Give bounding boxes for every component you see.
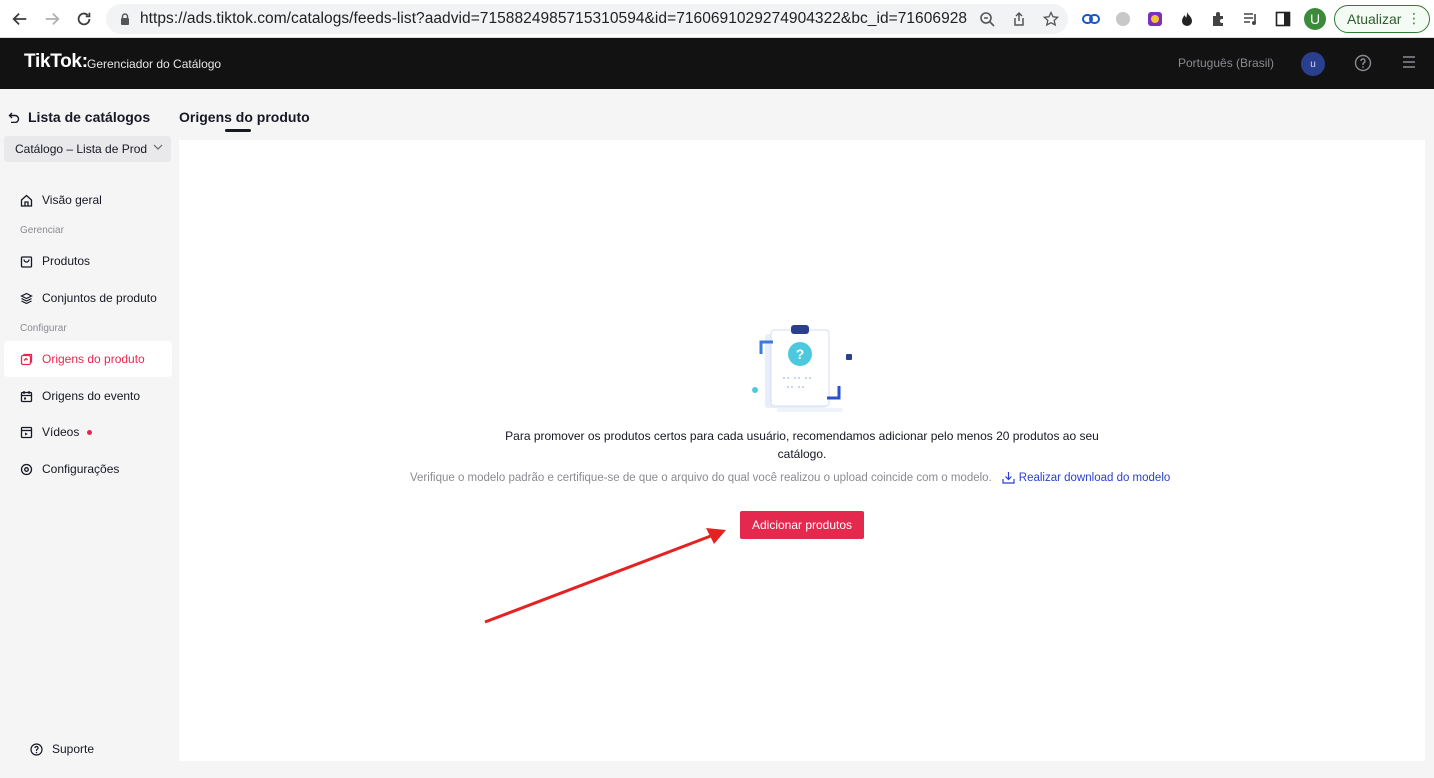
sidebar-item-label: Visão geral (42, 193, 102, 207)
section-label-configure: Configurar (20, 323, 67, 334)
link-extension-icon[interactable] (1080, 8, 1102, 30)
browser-toolbar: https://ads.tiktok.com/catalogs/feeds-li… (0, 0, 1434, 38)
address-bar[interactable]: https://ads.tiktok.com/catalogs/feeds-li… (106, 4, 1068, 34)
support-link[interactable]: Suporte (30, 742, 94, 756)
product-source-icon (20, 353, 33, 365)
app-subtitle: Gerenciador do Catálogo (87, 57, 222, 71)
lock-icon (121, 13, 129, 25)
share-icon[interactable] (1008, 9, 1030, 29)
star-icon[interactable] (1040, 9, 1062, 29)
support-label: Suporte (52, 742, 95, 756)
sidebar-item-label: Origens do produto (42, 352, 145, 366)
chevron-down-icon (153, 144, 163, 150)
sidebar-item-label: Origens do evento (42, 389, 141, 403)
catalog-dropdown[interactable]: Catálogo – Lista de Prod (4, 136, 171, 162)
browser-profile-avatar[interactable]: U (1304, 8, 1326, 30)
flame-extension-icon[interactable] (1176, 8, 1198, 30)
user-avatar[interactable]: u (1301, 52, 1325, 76)
catalog-select-value: Catálogo – Lista de Prod (15, 142, 148, 156)
download-template-link[interactable]: Realizar download do modelo (1002, 471, 1171, 484)
section-label-manage: Gerenciar (20, 225, 64, 236)
sidebar-item-videos[interactable]: Vídeos (4, 414, 172, 450)
back-arrow-icon[interactable] (5, 4, 35, 34)
sidebar-item-settings[interactable]: Configurações (4, 451, 172, 487)
reload-icon[interactable] (69, 4, 99, 34)
hamburger-menu-icon[interactable] (1402, 55, 1416, 69)
gear-icon (20, 463, 33, 475)
add-products-button[interactable]: Adicionar produtos (740, 511, 864, 539)
sidebar-item-product-sets[interactable]: Conjuntos de produto (4, 280, 172, 316)
sidebar-item-product-sources[interactable]: Origens do produto (4, 341, 172, 377)
main-content: ? Para promover os produtos certos para … (179, 140, 1425, 761)
notification-dot (87, 429, 93, 435)
bag-icon (20, 255, 33, 268)
help-circle-icon (30, 742, 43, 756)
template-hint: Verifique o modelo padrão e certifique-s… (410, 471, 1210, 484)
sidebar-item-products[interactable]: Produtos (4, 243, 172, 279)
tab-active-indicator (225, 129, 251, 132)
sidebar-item-label: Conjuntos de produto (42, 291, 157, 305)
empty-state-message: Para promover os produtos certos para ca… (505, 429, 1099, 461)
grey-extension-icon[interactable] (1112, 8, 1134, 30)
empty-clipboard-illustration: ? (752, 325, 852, 412)
zoom-icon[interactable] (976, 9, 998, 29)
back-label: Lista de catálogos (28, 109, 151, 125)
tab-product-sources[interactable]: Origens do produto (179, 109, 310, 125)
sidebar-item-label: Vídeos (42, 425, 80, 439)
template-hint-text: Verifique o modelo padrão e certifique-s… (410, 471, 992, 484)
update-label: Atualizar (1347, 11, 1402, 27)
back-icon (8, 112, 20, 123)
color-extension-icon[interactable] (1144, 8, 1166, 30)
calendar-icon (20, 390, 33, 402)
video-icon (20, 426, 33, 438)
update-button[interactable]: Atualizar ⋮ (1334, 5, 1430, 33)
app-header: TikTok: Gerenciador do Catálogo Portuguê… (0, 38, 1434, 89)
language-selector[interactable]: Português (Brasil) (1178, 56, 1274, 70)
download-template-label: Realizar download do modelo (1018, 471, 1171, 484)
url-text: https://ads.tiktok.com/catalogs/feeds-li… (140, 10, 968, 27)
layers-icon (20, 292, 33, 304)
sidebar-toggle-icon[interactable] (1272, 8, 1294, 30)
sidebar-item-label: Configurações (42, 462, 120, 476)
sidebar-item-event-sources[interactable]: Origens do evento (4, 378, 172, 414)
sidebar-item-overview[interactable]: Visão geral (4, 182, 172, 218)
back-to-catalog-list[interactable]: Lista de catálogos (8, 109, 150, 125)
sidebar: Lista de catálogos Catálogo – Lista de P… (0, 89, 178, 778)
tiktok-logo[interactable]: TikTok: (24, 51, 88, 73)
download-icon (1002, 472, 1015, 484)
playlist-icon[interactable] (1240, 8, 1262, 30)
svg-text:?: ? (796, 346, 805, 362)
forward-arrow-icon[interactable] (37, 4, 67, 34)
puzzle-extension-icon[interactable] (1208, 8, 1230, 30)
home-icon (20, 194, 33, 207)
sidebar-item-label: Produtos (42, 254, 91, 268)
help-icon[interactable] (1354, 54, 1372, 72)
kebab-menu-icon[interactable]: ⋮ (1407, 11, 1421, 25)
